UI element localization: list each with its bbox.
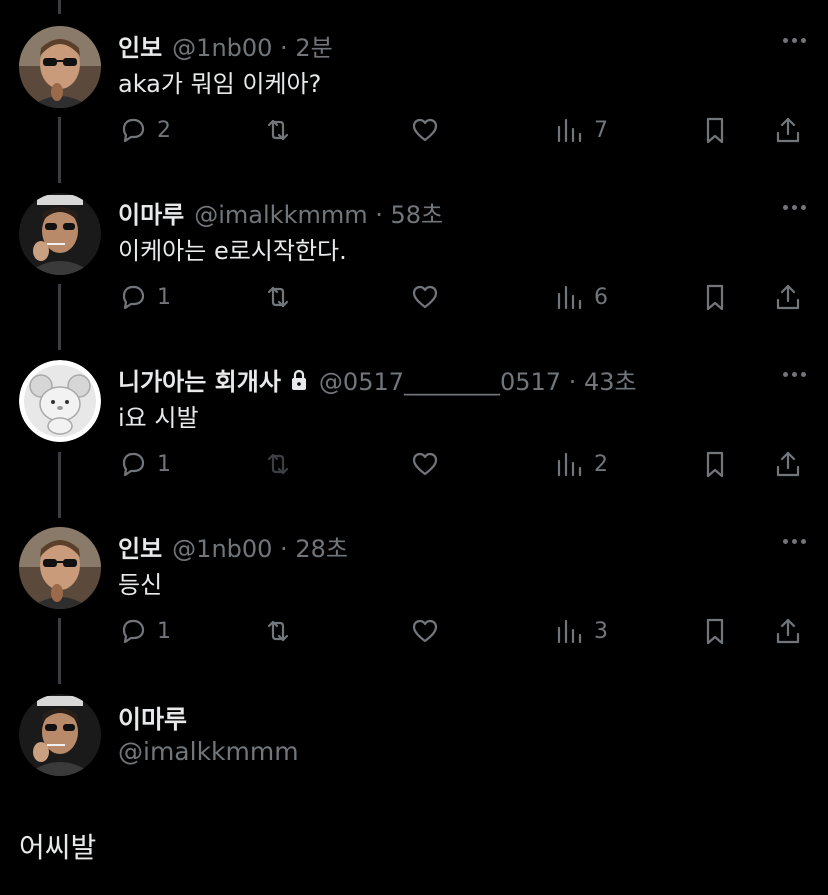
tweet-header: 이마루 @imalkkmmm · 58초 xyxy=(118,195,443,230)
retweet-button[interactable] xyxy=(263,277,293,317)
views-button[interactable]: 6 xyxy=(555,277,608,317)
views-count: 3 xyxy=(594,618,608,644)
avatar[interactable] xyxy=(19,26,101,108)
handle[interactable]: @imalkkmmm xyxy=(118,737,299,766)
share-icon xyxy=(776,117,800,143)
retweet-button[interactable] xyxy=(263,611,293,651)
share-button[interactable] xyxy=(773,110,803,150)
reply-count: 1 xyxy=(157,451,171,477)
bookmark-button[interactable] xyxy=(700,110,730,150)
retweet-icon xyxy=(267,620,289,642)
avatar[interactable] xyxy=(19,360,101,442)
views-chart-icon xyxy=(557,619,582,644)
avatar-man-with-cigarette-image xyxy=(19,694,101,776)
display-name[interactable]: 이마루 xyxy=(118,700,187,736)
like-button[interactable] xyxy=(410,444,440,484)
views-button[interactable]: 7 xyxy=(555,110,608,150)
reply-button[interactable]: 1 xyxy=(118,277,171,317)
avatar[interactable] xyxy=(19,193,101,275)
bookmark-icon xyxy=(706,451,724,478)
tweet-text: 등신 xyxy=(118,571,163,599)
more-dots-icon[interactable] xyxy=(783,38,806,43)
like-button[interactable] xyxy=(410,277,440,317)
main-tweet-text: 어씨발 xyxy=(19,831,97,864)
more-dots-icon[interactable] xyxy=(783,205,806,210)
avatar-sunglasses-man-image xyxy=(19,527,101,609)
avatar-sunglasses-man-image xyxy=(19,26,101,108)
views-count: 7 xyxy=(594,117,608,143)
more-dots-icon[interactable] xyxy=(783,372,806,377)
reply-tweet[interactable]: 인보 @1nb00 · 28초 등신 1 3 xyxy=(0,521,828,661)
retweet-icon xyxy=(267,286,289,308)
heart-icon xyxy=(412,118,438,142)
lock-icon xyxy=(291,369,306,390)
bookmark-button[interactable] xyxy=(700,444,730,484)
views-chart-icon xyxy=(557,118,582,143)
tweet-actions: 1 2 xyxy=(0,444,828,484)
display-name[interactable]: 인보 xyxy=(118,529,162,564)
handle-and-time[interactable]: @1nb00 · 2분 xyxy=(172,28,333,63)
reply-count: 2 xyxy=(157,117,171,143)
reply-button[interactable]: 2 xyxy=(118,110,171,150)
reply-button[interactable]: 1 xyxy=(118,611,171,651)
bookmark-button[interactable] xyxy=(700,277,730,317)
reply-icon xyxy=(122,118,145,143)
handle-and-time[interactable]: @0517________0517 · 43초 xyxy=(319,362,637,397)
reply-tweet[interactable]: 인보 @1nb00 · 2분 aka가 뭐임 이케아? 2 7 xyxy=(0,20,828,160)
tweet-text: i요 시발 xyxy=(118,404,199,432)
more-dots-icon[interactable] xyxy=(783,539,806,544)
avatar-mouse-character-image xyxy=(19,360,101,442)
retweet-icon xyxy=(267,119,289,141)
reply-count: 1 xyxy=(157,618,171,644)
reply-icon xyxy=(122,285,145,310)
reply-tweet[interactable]: 니가아는 회개사 @0517________0517 · 43초 i요 시발 1… xyxy=(0,354,828,494)
reply-count: 1 xyxy=(157,284,171,310)
views-button[interactable]: 3 xyxy=(555,611,608,651)
handle-and-time[interactable]: @1nb00 · 28초 xyxy=(172,529,348,564)
tweet-header: 니가아는 회개사 @0517________0517 · 43초 xyxy=(118,362,637,397)
reply-icon xyxy=(122,452,145,477)
reply-tweet[interactable]: 이마루 @imalkkmmm · 58초 이케아는 e로시작한다. 1 6 xyxy=(0,187,828,327)
thread-line xyxy=(58,0,61,14)
tweet-actions: 1 3 xyxy=(0,611,828,651)
views-chart-icon xyxy=(557,285,582,310)
retweet-icon xyxy=(267,453,289,475)
bookmark-icon xyxy=(706,117,724,144)
share-icon xyxy=(776,451,800,477)
bookmark-button[interactable] xyxy=(700,611,730,651)
retweet-button[interactable] xyxy=(263,110,293,150)
heart-icon xyxy=(412,285,438,309)
bookmark-icon xyxy=(706,284,724,311)
display-name[interactable]: 인보 xyxy=(118,28,162,63)
tweet-header: 인보 @1nb00 · 2분 xyxy=(118,28,333,63)
avatar[interactable] xyxy=(19,694,101,776)
tweet-header: 인보 @1nb00 · 28초 xyxy=(118,529,348,564)
views-button[interactable]: 2 xyxy=(555,444,608,484)
like-button[interactable] xyxy=(410,611,440,651)
handle-and-time[interactable]: @imalkkmmm · 58초 xyxy=(194,195,443,230)
tweet-text: aka가 뭐임 이케아? xyxy=(118,70,322,98)
avatar-man-with-cigarette-image xyxy=(19,193,101,275)
share-icon xyxy=(776,284,800,310)
share-button[interactable] xyxy=(773,277,803,317)
retweet-button-disabled xyxy=(263,444,293,484)
views-count: 2 xyxy=(594,451,608,477)
share-button[interactable] xyxy=(773,611,803,651)
tweet-actions: 1 6 xyxy=(0,277,828,317)
share-icon xyxy=(776,618,800,644)
heart-icon xyxy=(412,619,438,643)
display-name[interactable]: 이마루 xyxy=(118,195,184,230)
views-chart-icon xyxy=(557,452,582,477)
views-count: 6 xyxy=(594,284,608,310)
avatar[interactable] xyxy=(19,527,101,609)
tweet-actions: 2 7 xyxy=(0,110,828,150)
display-name[interactable]: 니가아는 회개사 xyxy=(118,362,281,397)
reply-button[interactable]: 1 xyxy=(118,444,171,484)
heart-icon xyxy=(412,452,438,476)
like-button[interactable] xyxy=(410,110,440,150)
bookmark-icon xyxy=(706,618,724,645)
share-button[interactable] xyxy=(773,444,803,484)
reply-icon xyxy=(122,619,145,644)
tweet-text: 이케아는 e로시작한다. xyxy=(118,237,347,265)
